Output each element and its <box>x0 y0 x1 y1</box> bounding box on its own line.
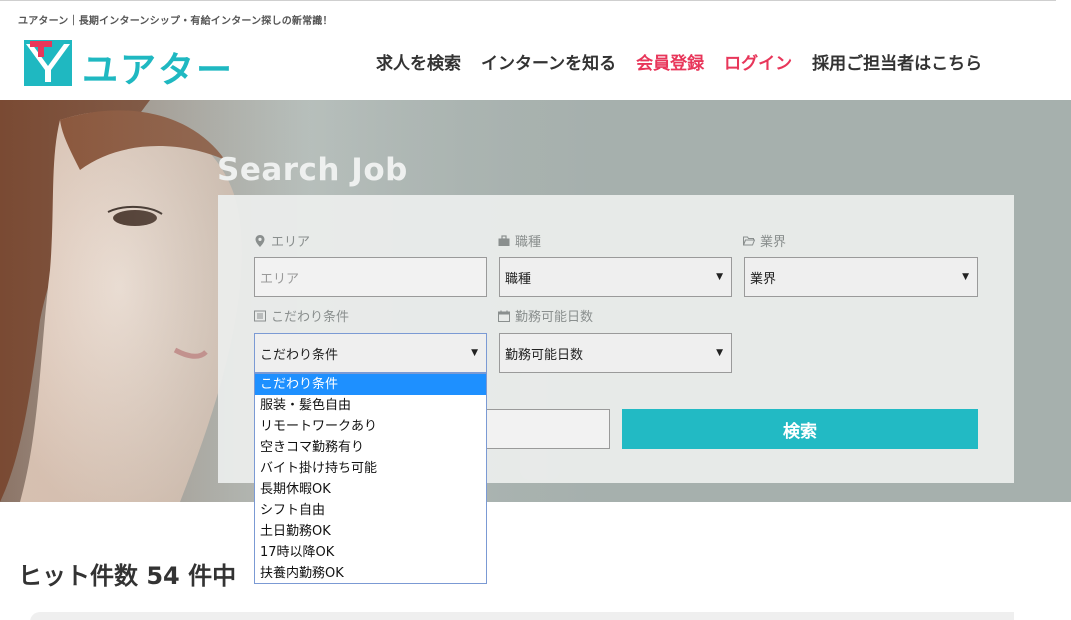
condition-option[interactable]: こだわり条件 <box>255 374 486 395</box>
map-pin-icon <box>255 234 265 247</box>
site-logo[interactable]: ユアターン <box>24 38 264 143</box>
condition-option[interactable]: 長期休暇OK <box>255 479 486 500</box>
chevron-down-icon: ▼ <box>962 272 969 282</box>
search-button[interactable]: 検索 <box>622 409 978 449</box>
list-icon <box>254 310 266 321</box>
calendar-icon <box>498 310 510 322</box>
days-label: 勤務可能日数 <box>498 306 593 325</box>
area-label-text: エリア <box>271 235 311 250</box>
condition-dropdown-list[interactable]: こだわり条件 服装・髪色自由 リモートワークあり 空きコマ勤務有り バイト掛け持… <box>254 373 487 584</box>
briefcase-icon <box>498 234 510 246</box>
nav-recruiters[interactable]: 採用ご担当者はこちら <box>812 49 982 74</box>
site-tagline: ユアターン｜長期インターンシップ・有給インターン探しの新常識！ <box>18 16 333 27</box>
logo-mark-icon <box>24 40 72 86</box>
chevron-down-icon: ▼ <box>716 348 723 358</box>
condition-option[interactable]: 空きコマ勤務有り <box>255 437 486 458</box>
folder-open-icon <box>743 236 755 245</box>
job-label-text: 職種 <box>515 235 542 250</box>
condition-select-value: こだわり条件 <box>260 347 339 363</box>
top-rule <box>0 0 1056 3</box>
condition-option[interactable]: 17時以降OK <box>255 542 486 563</box>
days-select-value: 勤務可能日数 <box>505 347 584 363</box>
hit-count: ヒット件数 54 件中 <box>18 562 237 590</box>
industry-label: 業界 <box>743 231 786 250</box>
area-label: エリア <box>254 231 310 250</box>
condition-label: こだわり条件 <box>254 306 349 325</box>
condition-option[interactable]: 服装・髪色自由 <box>255 395 486 416</box>
days-label-text: 勤務可能日数 <box>515 310 594 325</box>
nav-search-jobs[interactable]: 求人を検索 <box>376 49 461 74</box>
condition-option[interactable]: 土日勤務OK <box>255 521 486 542</box>
condition-select[interactable]: こだわり条件 ▼ <box>254 333 487 373</box>
result-card-top <box>30 612 1014 620</box>
job-select-value: 職種 <box>505 271 532 287</box>
nav-about-internships[interactable]: インターンを知る <box>481 49 616 74</box>
job-select[interactable]: 職種 ▼ <box>499 257 732 297</box>
main-nav: 求人を検索 インターンを知る 会員登録 ログイン 採用ご担当者はこちら <box>376 49 982 74</box>
days-select[interactable]: 勤務可能日数 ▼ <box>499 333 732 373</box>
industry-label-text: 業界 <box>760 235 787 250</box>
chevron-down-icon: ▼ <box>716 272 723 282</box>
condition-option[interactable]: シフト自由 <box>255 500 486 521</box>
job-label: 職種 <box>498 231 541 250</box>
industry-select-value: 業界 <box>750 271 777 287</box>
condition-option[interactable]: バイト掛け持ち可能 <box>255 458 486 479</box>
industry-select[interactable]: 業界 ▼ <box>744 257 978 297</box>
chevron-down-icon: ▼ <box>471 348 478 358</box>
condition-label-text: こだわり条件 <box>271 310 350 325</box>
search-heading: Search Job <box>217 152 408 188</box>
condition-option[interactable]: 扶養内勤務OK <box>255 563 486 584</box>
area-input[interactable]: エリア <box>254 257 487 297</box>
nav-register[interactable]: 会員登録 <box>636 49 704 74</box>
condition-option[interactable]: リモートワークあり <box>255 416 486 437</box>
nav-login[interactable]: ログイン <box>724 49 792 74</box>
keyword-input[interactable] <box>486 409 610 449</box>
